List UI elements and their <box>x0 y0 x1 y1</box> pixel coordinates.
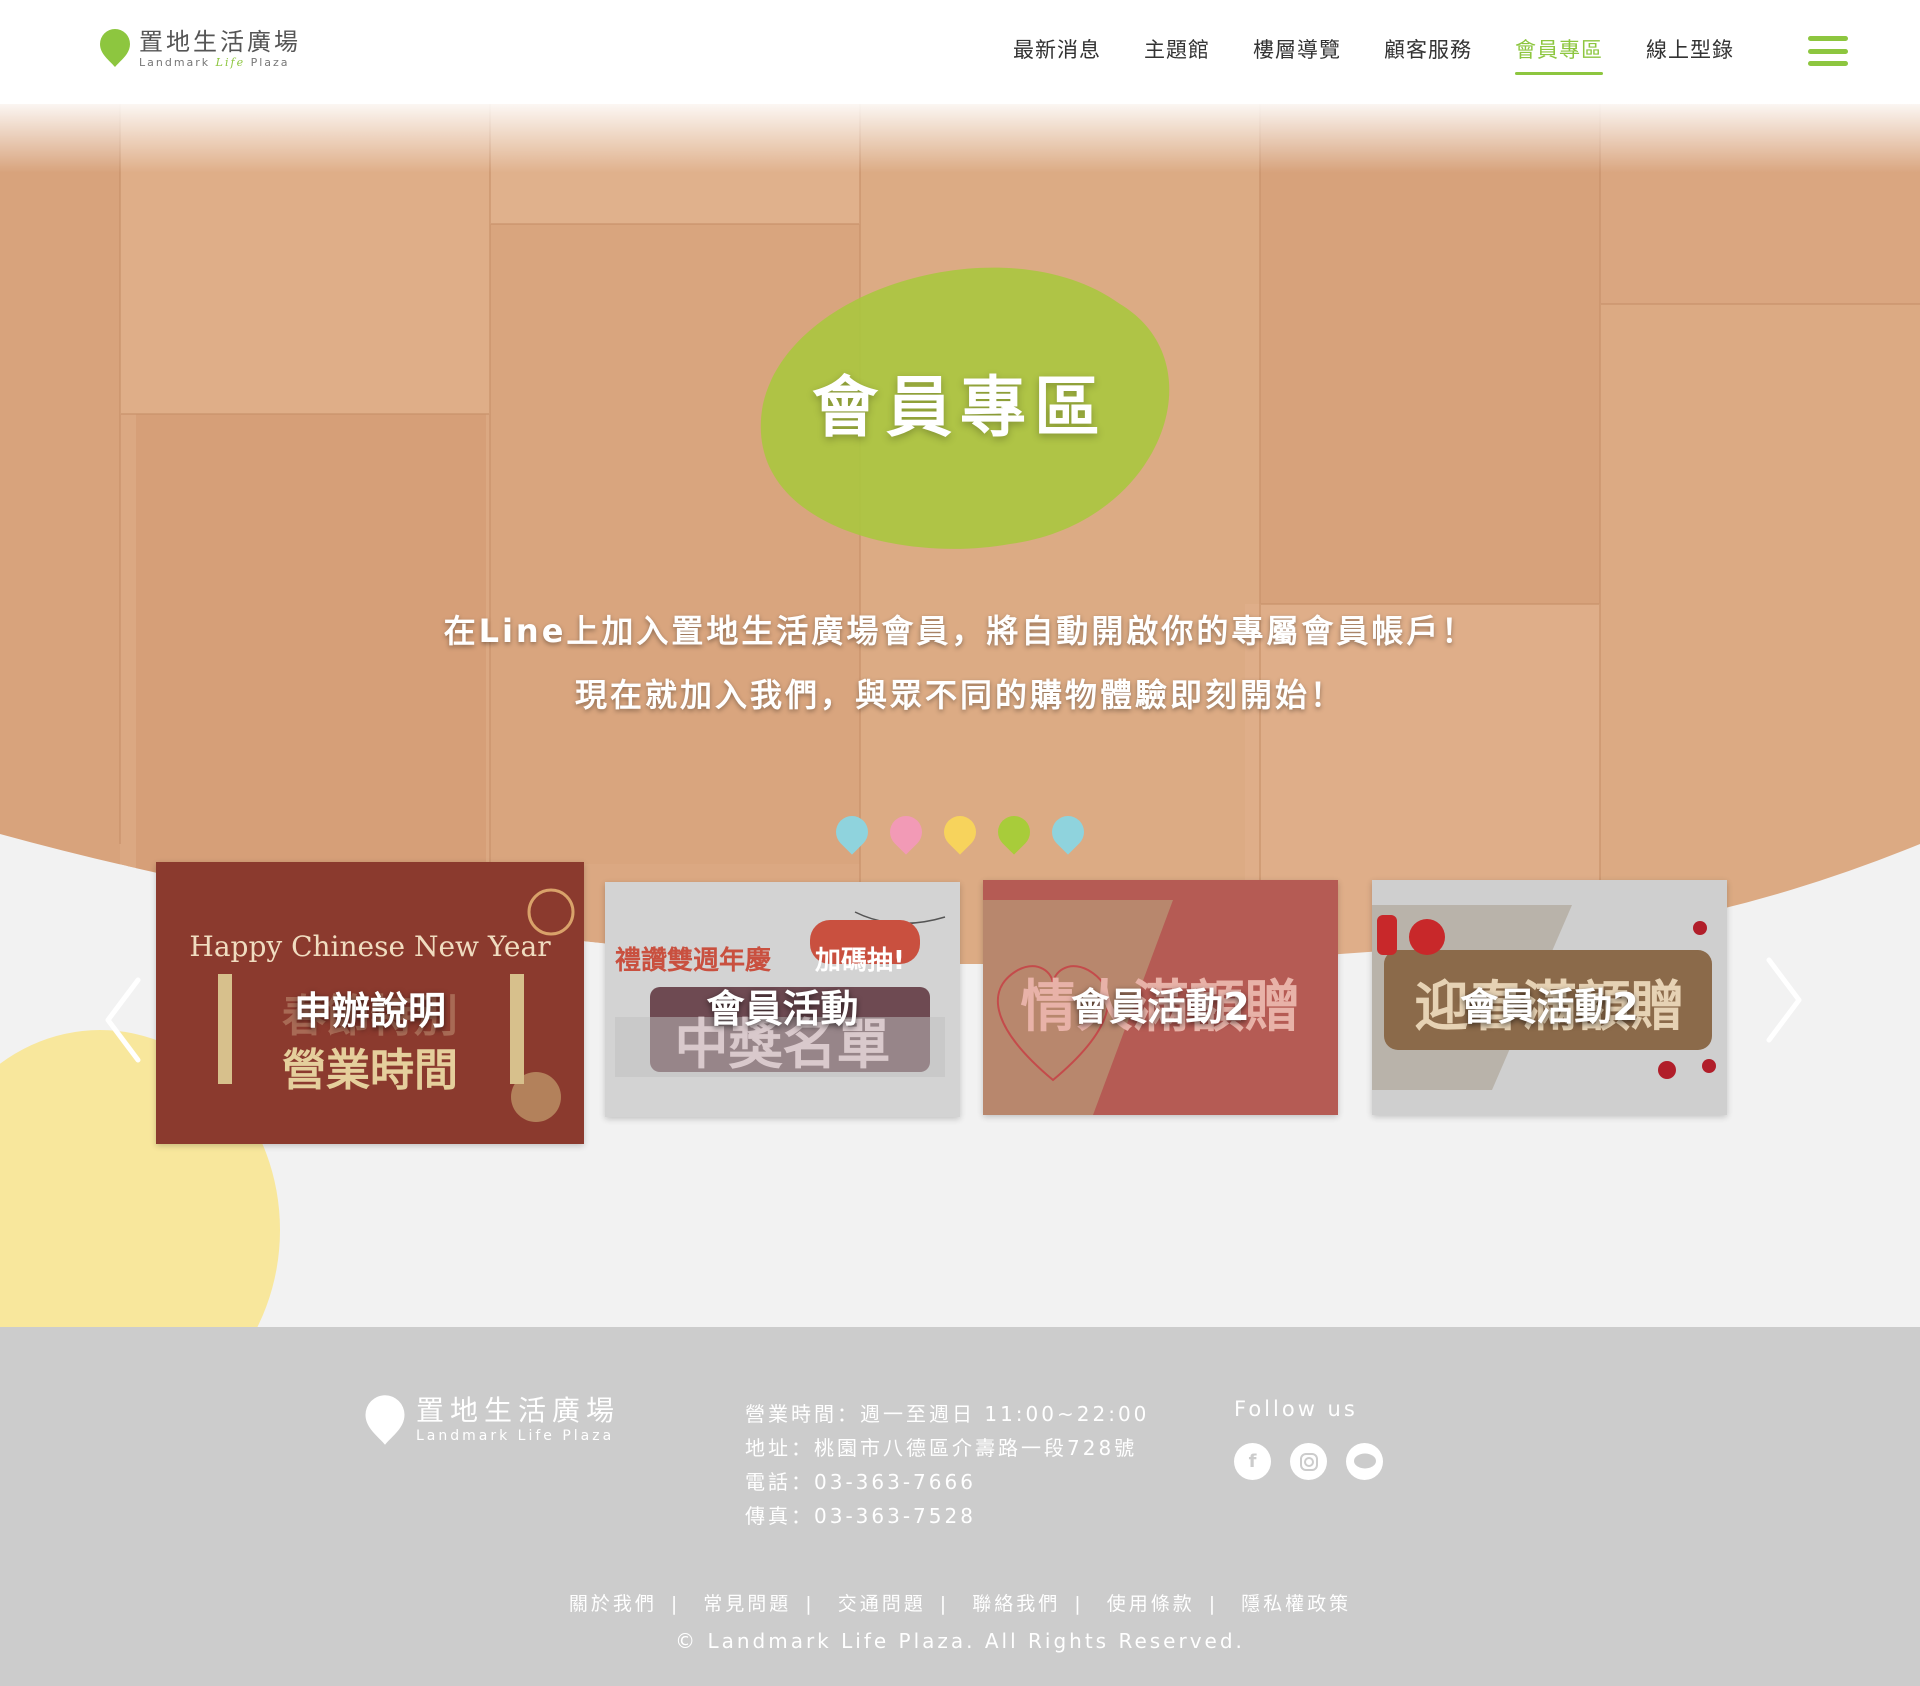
logo-chinese-name: 置地生活廣場 <box>139 28 301 56</box>
main-nav: 最新消息 主題館 樓層導覽 顧客服務 會員專區 線上型錄 <box>970 34 1734 75</box>
footer-link-traffic[interactable]: 交通問題 <box>838 1593 926 1615</box>
footer-fax: 傳真：03-363-7528 <box>745 1504 976 1528</box>
footer-contact-info: 營業時間：週一至週日 11:00~22:00 地址：桃園市八德區介壽路一段728… <box>745 1397 1149 1533</box>
footer-logo-english: Landmark Life Plaza <box>416 1428 615 1444</box>
hero-description-line-1: 在Line上加入置地生活廣場會員，將自動開啟你的專屬會員帳戶！ <box>443 612 1477 650</box>
nav-item-floor-guide[interactable]: 樓層導覽 <box>1253 34 1341 74</box>
hero-description-line-2: 現在就加入我們，與眾不同的購物體驗即刻開始！ <box>574 676 1345 714</box>
copyright: © Landmark Life Plaza. All Rights Reserv… <box>675 1629 1245 1653</box>
footer-logo[interactable]: 置地生活廣場 Landmark Life Plaza <box>364 1394 620 1446</box>
carousel-prev-arrow-icon[interactable] <box>100 975 150 1065</box>
card-art-heading: Happy Chinese New Year <box>189 930 551 963</box>
hamburger-menu-icon[interactable] <box>1808 36 1848 66</box>
nav-item-customer-service[interactable]: 顧客服務 <box>1384 34 1472 74</box>
site-footer: 置地生活廣場 Landmark Life Plaza 營業時間：週一至週日 11… <box>0 1327 1920 1686</box>
nav-item-news[interactable]: 最新消息 <box>1013 34 1101 74</box>
footer-address: 地址：桃園市八德區介壽路一段728號 <box>745 1436 1138 1460</box>
logo-english-name: Landmark Life Plaza <box>139 56 290 69</box>
follow-us-label: Follow us <box>1234 1397 1358 1421</box>
member-card-application[interactable]: Happy Chinese New Year 春節特別 營業時間 申辦說明 <box>156 862 584 1144</box>
footer-link-about[interactable]: 關於我們 <box>569 1593 657 1615</box>
card-art-badge: 加碼抽! <box>815 946 905 976</box>
instagram-icon[interactable] <box>1290 1443 1327 1480</box>
hero-description: 在Line上加入置地生活廣場會員，將自動開啟你的專屬會員帳戶！ 現在就加入我們，… <box>0 599 1920 727</box>
site-header: 置地生活廣場 Landmark Life Plaza 最新消息 主題館 樓層導覽… <box>0 0 1920 104</box>
carousel-dot[interactable] <box>991 809 1037 855</box>
card-label: 申辦說明 <box>293 989 446 1033</box>
logo-drop-icon <box>365 1395 405 1445</box>
line-icon[interactable] <box>1346 1443 1383 1480</box>
card-label: 會員活動 <box>706 987 859 1031</box>
card-art-heading: 禮讚雙週年慶 <box>615 946 772 976</box>
nav-item-catalog[interactable]: 線上型錄 <box>1646 34 1734 74</box>
member-card-activity-2b[interactable]: 迎春滿額贈 會員活動2 <box>1372 880 1727 1115</box>
carousel-dot[interactable] <box>1045 809 1091 855</box>
footer-links: 關於我們 | 常見問題 | 交通問題 | 聯絡我們 | 使用條款 | 隱私權政策 <box>568 1593 1352 1615</box>
footer-link-contact[interactable]: 聯絡我們 <box>972 1593 1060 1615</box>
footer-link-privacy[interactable]: 隱私權政策 <box>1241 1593 1351 1615</box>
card-art-sub: 營業時間 <box>282 1045 458 1096</box>
card-label: 會員活動2 <box>1460 985 1639 1029</box>
carousel-dot[interactable] <box>883 809 929 855</box>
footer-hours: 營業時間：週一至週日 11:00~22:00 <box>745 1402 1150 1426</box>
site-logo[interactable]: 置地生活廣場 Landmark Life Plaza <box>99 28 301 70</box>
nav-item-themes[interactable]: 主題館 <box>1144 34 1210 74</box>
footer-phone: 電話：03-363-7666 <box>745 1470 976 1494</box>
carousel-pagination <box>829 809 1106 855</box>
social-links: f <box>1234 1443 1402 1480</box>
facebook-icon[interactable]: f <box>1234 1443 1271 1480</box>
footer-link-faq[interactable]: 常見問題 <box>703 1593 791 1615</box>
carousel-dot[interactable] <box>829 809 875 855</box>
card-label: 會員活動2 <box>1071 985 1250 1029</box>
member-card-activity-2[interactable]: 情人滿額贈 會員活動2 <box>983 880 1338 1115</box>
footer-link-terms[interactable]: 使用條款 <box>1107 1593 1195 1615</box>
footer-logo-chinese: 置地生活廣場 <box>416 1394 621 1427</box>
logo-drop-icon <box>99 28 131 68</box>
member-card-activity[interactable]: 禮讚雙週年慶 加碼抽! 中獎名單 會員活動 <box>605 882 960 1117</box>
carousel-next-arrow-icon[interactable] <box>1757 955 1807 1045</box>
nav-item-members[interactable]: 會員專區 <box>1515 34 1603 75</box>
page-title: 會員專區 <box>812 369 1108 446</box>
carousel-dot[interactable] <box>937 809 983 855</box>
